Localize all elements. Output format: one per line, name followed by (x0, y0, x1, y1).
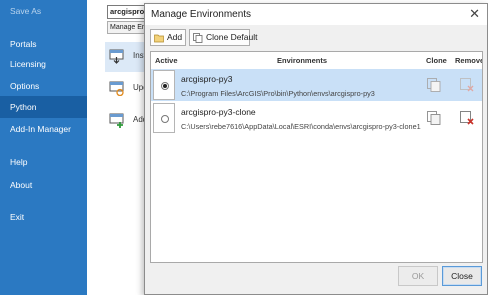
clone-environment-icon[interactable] (427, 78, 441, 92)
environment-path: C:\Program Files\ArcGIS\Pro\bin\Python\e… (181, 89, 375, 98)
column-environments: Environments (277, 56, 328, 65)
active-cell (153, 70, 175, 100)
grid-header: Active Environments Clone Remove (151, 52, 482, 68)
clone-default-label: Clone Default (206, 32, 258, 42)
environment-row-arcgispro-py3-clone[interactable]: arcgispro-py3-clone C:\Users\rebe7616\Ap… (151, 102, 482, 134)
dialog-titlebar: Manage Environments ✕ (145, 4, 487, 25)
sidebar-item-exit[interactable]: Exit (0, 206, 87, 228)
clone-default-button[interactable]: Clone Default (189, 29, 258, 46)
add-folder-icon (154, 34, 164, 43)
add-environment-label: Add (167, 32, 183, 42)
column-clone: Clone (426, 56, 447, 65)
sidebar-item-save-as[interactable]: Save As (0, 0, 87, 22)
sidebar-item-about[interactable]: About (0, 174, 87, 196)
environments-grid: Active Environments Clone Remove arcgisp… (150, 51, 483, 263)
update-icon (109, 81, 124, 96)
environment-row-arcgispro-py3[interactable]: arcgispro-py3 C:\Program Files\ArcGIS\Pr… (151, 69, 482, 101)
add-package-icon (109, 113, 124, 128)
environment-name: arcgispro-py3-clone (181, 107, 256, 117)
install-icon (109, 49, 124, 64)
sidebar-item-add-in-manager[interactable]: Add-In Manager (0, 118, 87, 140)
clone-icon (193, 33, 203, 43)
dialog-title: Manage Environments (151, 9, 252, 20)
sidebar-item-licensing[interactable]: Licensing (0, 53, 87, 75)
remove-environment-icon[interactable] (460, 111, 474, 125)
sidebar-item-options[interactable]: Options (0, 75, 87, 97)
environment-path: C:\Users\rebe7616\AppData\Local\ESRI\con… (181, 122, 421, 131)
active-radio[interactable] (161, 115, 169, 123)
close-button[interactable]: Close (442, 266, 482, 286)
manage-environments-dialog: Manage Environments ✕ Add Clone Default … (144, 3, 488, 295)
sidebar-item-python[interactable]: Python (0, 96, 87, 118)
arcgis-pro-backstage: Save As Portals Licensing Options Python… (0, 0, 488, 295)
active-radio[interactable] (161, 82, 169, 90)
clone-environment-icon[interactable] (427, 111, 441, 125)
close-icon[interactable]: ✕ (469, 7, 480, 21)
active-cell (153, 103, 175, 133)
column-active: Active (155, 56, 178, 65)
backstage-sidebar: Save As Portals Licensing Options Python… (0, 0, 87, 295)
sidebar-item-portals[interactable]: Portals (0, 33, 87, 55)
sidebar-item-help[interactable]: Help (0, 151, 87, 173)
remove-environment-icon[interactable] (460, 78, 474, 92)
ok-button[interactable]: OK (398, 266, 438, 286)
column-remove: Remove (455, 56, 483, 65)
add-environment-button[interactable]: Add (150, 29, 186, 46)
environment-name: arcgispro-py3 (181, 74, 233, 84)
